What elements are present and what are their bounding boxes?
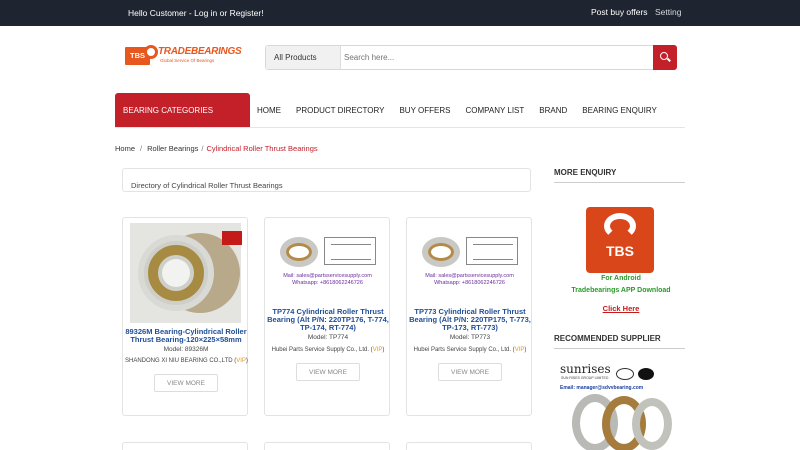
directory-title-box: Directory of Cylindrical Roller Thrust B… (122, 168, 531, 192)
image-email-text: Mail: sales@partsservicesupply.com (425, 273, 514, 279)
app-logo-text: TBS (606, 243, 634, 259)
view-more-button[interactable]: VIEW MORE (438, 363, 502, 381)
app-platform-text: For Android (601, 275, 641, 282)
product-company: Hubei Parts Service Supply Co., Ltd. (VI… (271, 347, 385, 353)
product-card (264, 442, 390, 450)
nav-bearing-enquiry[interactable]: BEARING ENQUIRY (582, 106, 657, 115)
sidebar-divider (554, 182, 685, 183)
product-title[interactable]: TP773 Cylindrical Roller Thrust Bearing … (409, 308, 531, 332)
bearing-categories-button[interactable]: BEARING CATEGORIES (115, 93, 250, 128)
nav-product-directory[interactable]: PRODUCT DIRECTORY (296, 106, 384, 115)
view-more-button[interactable]: VIEW MORE (154, 374, 218, 392)
iso-icon (638, 368, 654, 380)
site-logo[interactable]: TBS TRADEBEARINGS Global Service Of Bear… (125, 45, 242, 67)
breadcrumb-home[interactable]: Home (115, 144, 135, 153)
product-image[interactable] (130, 223, 242, 323)
nav-divider (115, 127, 685, 128)
bearing-icon (632, 398, 672, 450)
breadcrumb-separator: / (201, 144, 204, 153)
directory-title: Directory of Cylindrical Roller Thrust B… (131, 181, 283, 190)
top-bar: Hello Customer - Log in or Register! Pos… (0, 0, 800, 26)
logo-tagline: Global Service Of Bearings (160, 58, 215, 63)
product-model: Model: 89326M (163, 346, 209, 353)
supplier-subtitle: SUN RISES GROUP LIMITED (561, 376, 609, 380)
vip-badge: VIP (236, 358, 246, 364)
nav-home[interactable]: HOME (257, 106, 281, 115)
nav-brand[interactable]: BRAND (539, 106, 567, 115)
bearing-photo (130, 223, 242, 323)
product-company: Hubei Parts Service Supply Co., Ltd. (VI… (413, 347, 527, 353)
logo-brand: TRADEBEARINGS (158, 46, 242, 57)
supplier-name: sunrises (560, 362, 611, 376)
product-model: Model: TP774 (307, 334, 349, 341)
login-register-link[interactable]: Hello Customer - Log in or Register! (128, 8, 264, 18)
recommended-supplier-banner[interactable]: sunrises SUN RISES GROUP LIMITED Email: … (558, 362, 683, 450)
breadcrumb-roller-bearings[interactable]: Roller Bearings (147, 144, 198, 153)
certification-icon (616, 368, 634, 380)
product-card: 89326M Bearing-Cylindrical Roller Thrust… (122, 217, 248, 416)
image-whatsapp-text: Whatsapp: +8618062246726 (292, 280, 363, 286)
breadcrumb-separator: / (140, 144, 143, 153)
nav-company-list[interactable]: COMPANY LIST (465, 106, 524, 115)
more-enquiry-heading: MORE ENQUIRY (554, 168, 617, 177)
tbs-app-icon: TBS (586, 207, 654, 273)
technical-drawing (324, 237, 376, 265)
post-buy-offers-link[interactable]: Post buy offers (591, 7, 648, 17)
product-company: SHANDONG XI NIU BEARING CO.,LTD (VIP) (125, 358, 248, 364)
image-whatsapp-text: Whatsapp: +8618062246726 (434, 280, 505, 286)
technical-drawing (466, 237, 518, 265)
sidebar-divider (554, 348, 685, 349)
company-name[interactable]: Hubei Parts Service Supply Co., Ltd. (414, 347, 511, 353)
breadcrumb: Home / Roller Bearings / Cylindrical Roller … (115, 144, 318, 153)
company-name[interactable]: Hubei Parts Service Supply Co., Ltd. (272, 347, 369, 353)
search-bar: All Products (265, 45, 677, 70)
app-download-banner[interactable]: TBS For Android Tradebearings APP Downlo… (556, 207, 686, 317)
product-model: Model: TP773 (449, 334, 491, 341)
nav-buy-offers[interactable]: BUY OFFERS (399, 106, 450, 115)
search-button[interactable] (653, 45, 677, 70)
recommended-supplier-heading: RECOMMENDED SUPPLIER (554, 334, 661, 343)
app-download-text: Tradebearings APP Download (571, 287, 671, 294)
product-card (406, 442, 532, 450)
product-card (122, 442, 248, 450)
supplier-email: Email: manager@sdvvbearing.com (560, 385, 644, 391)
product-card: Mail: sales@partsservicesupply.com Whats… (264, 217, 390, 416)
search-icon (660, 52, 668, 60)
search-input[interactable] (342, 46, 653, 69)
app-click-here-link[interactable]: Click Here (556, 304, 686, 313)
gear-icon (144, 45, 158, 59)
main-nav: HOME PRODUCT DIRECTORY BUY OFFERS COMPAN… (257, 106, 657, 115)
image-email-text: Mail: sales@partsservicesupply.com (283, 273, 372, 279)
vip-badge: VIP (372, 347, 383, 353)
product-card: Mail: sales@partsservicesupply.com Whats… (406, 217, 532, 416)
product-title[interactable]: 89326M Bearing-Cylindrical Roller Thrust… (125, 328, 247, 344)
vip-badge: VIP (514, 347, 525, 353)
setting-link[interactable]: Setting (655, 7, 681, 17)
product-title[interactable]: TP774 Cylindrical Roller Thrust Bearing … (267, 308, 389, 332)
view-more-button[interactable]: VIEW MORE (296, 363, 360, 381)
category-select[interactable]: All Products (266, 46, 341, 69)
company-name[interactable]: SHANDONG XI NIU BEARING CO.,LTD (125, 358, 233, 364)
breadcrumb-current[interactable]: Cylindrical Roller Thrust Bearings (206, 144, 317, 153)
